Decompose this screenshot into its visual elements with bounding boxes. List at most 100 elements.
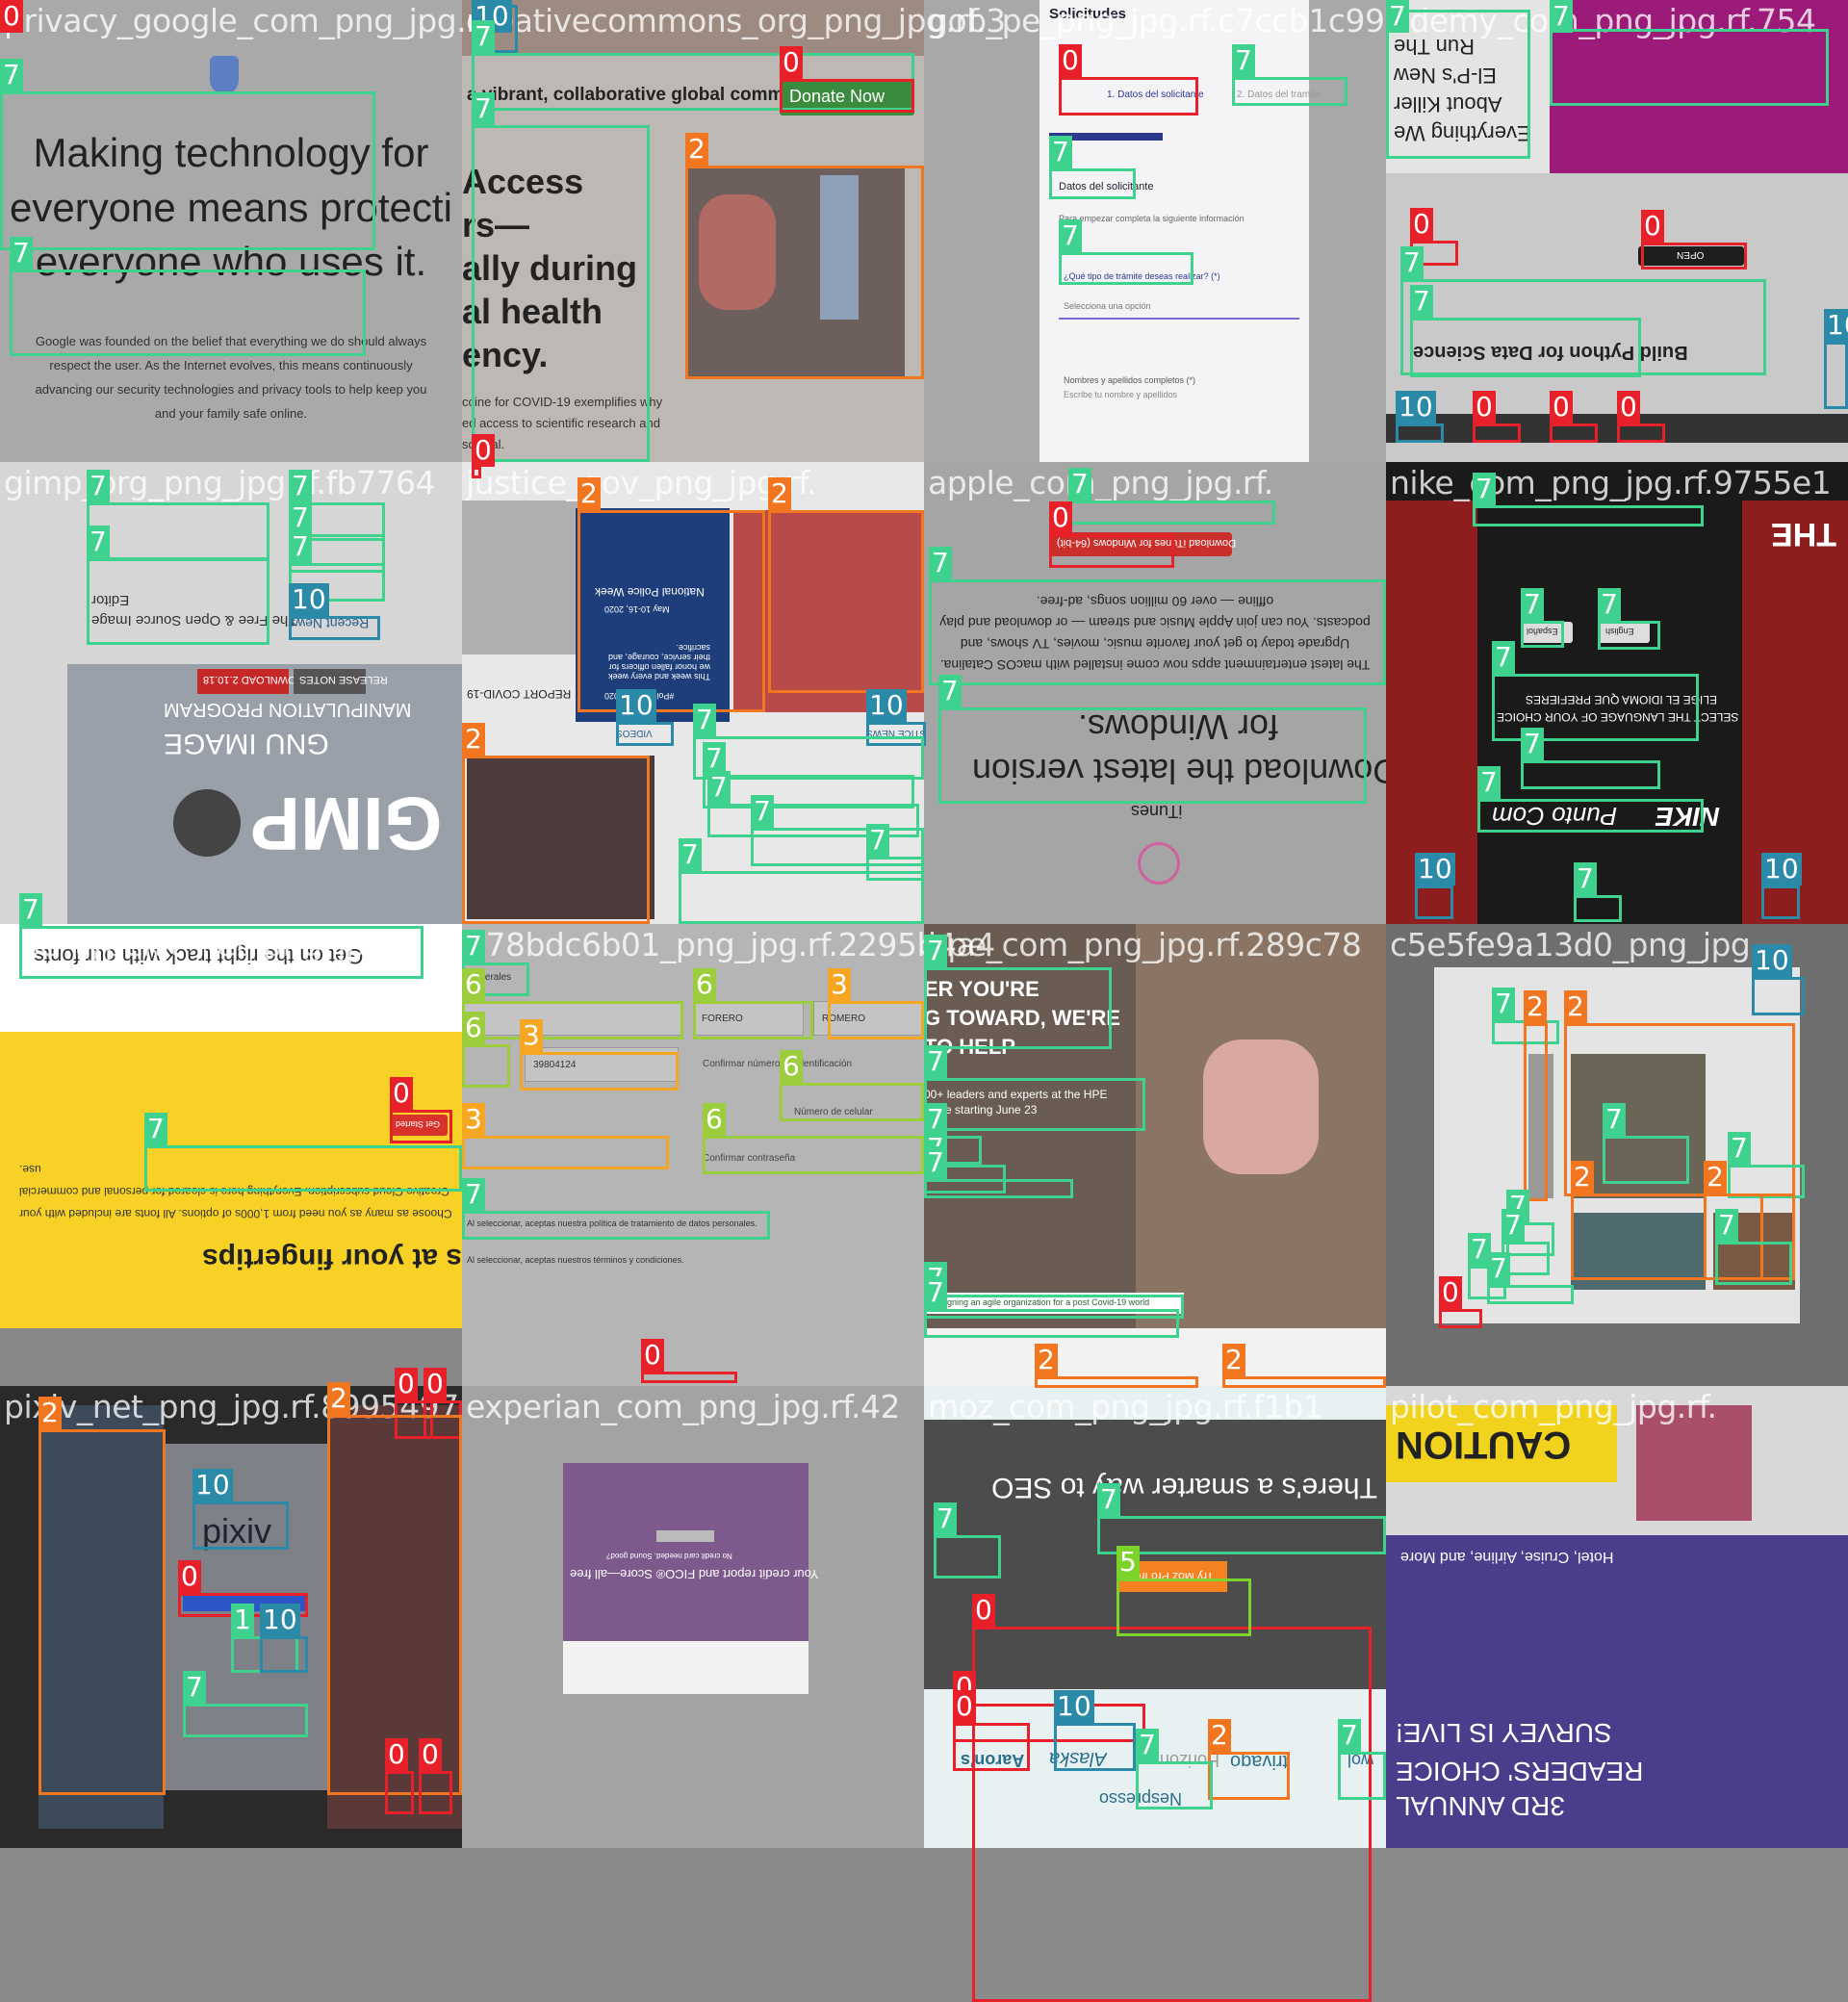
itunes-description: The latest entertainment apps now come i… (939, 594, 1371, 673)
tile-filename: apple_com_png_jpg.rf. (928, 464, 1273, 501)
client-logo-trivago: trivago (1230, 1751, 1289, 1772)
punto-com-logo: Punto Com (1492, 802, 1618, 831)
terms-checkbox[interactable]: Al seleccionar, aceptas nuestros término… (467, 1255, 684, 1265)
tile-apple: Download iTunes for Windows (64-bit) The… (924, 462, 1386, 924)
right-artwork (327, 1405, 462, 1829)
hero-body-1: 00+ leaders and experts at the HPE (924, 1088, 1108, 1101)
elige-idioma: ELIGE EL IDIOMA QUE PREFIERES (1526, 693, 1717, 706)
tile-registration-form: Generales FORERO ROMERO 39804124 Confirm… (462, 924, 924, 1386)
covid-link[interactable]: REPORT COVID-19 (467, 687, 571, 701)
tile-filename: gob_pe_png_jpg.rf.c7ccb1c99 (928, 2, 1385, 39)
wilber-mascot-icon (173, 789, 241, 857)
privacy-policy-checkbox[interactable]: Al seleccionar, aceptas nuestra política… (467, 1219, 757, 1228)
hero-text: THE (1771, 516, 1836, 552)
name-field[interactable]: Escribe tu nombre y apellidos (1064, 390, 1177, 399)
step-1[interactable]: 1. Datos del solicitante (1107, 90, 1204, 100)
justice-news-link[interactable]: JUSTICE NEWS (866, 728, 924, 738)
article-line-1: Everything We (1394, 121, 1531, 145)
tile-experian: Your credit report and FICO® Score—all f… (462, 1386, 924, 1848)
get-started-button[interactable]: Get Started (390, 1115, 448, 1136)
confirm-id-field[interactable]: Confirmar número de identificación (703, 1059, 852, 1069)
videos-link[interactable]: VIDEOS (616, 728, 653, 738)
article-link[interactable]: Designing an agile organization for a po… (924, 1293, 1184, 1314)
forest-photo (1571, 1054, 1706, 1198)
download-label: DOWNLOAD 2.10.18 (203, 674, 304, 685)
product-title-1: GNU IMAGE (164, 728, 329, 759)
section-generales: Generales (467, 972, 512, 983)
tile-filename: pixiv_net_png_jpg.rf.8995497 (4, 1388, 459, 1425)
try-moz-button[interactable]: Try Moz Pro free (1116, 1561, 1227, 1592)
article-line-3: El-P's New (1394, 64, 1497, 88)
survey-title: READERS' CHOICE (1396, 1757, 1644, 1786)
product-title-2: MANIPULATION PROGRAM (164, 699, 412, 720)
tile-filename: moz_com_png_jpg.rf.f1b1 (928, 1388, 1323, 1425)
tile-filename: udemy_com_png_jpg.rf.754 (1390, 2, 1816, 39)
hero-body-2: ience starting June 23 (924, 1103, 1038, 1116)
recent-news[interactable]: Recent News (289, 616, 369, 631)
id-number-field[interactable]: 39804124 (525, 1047, 679, 1082)
section-title: Datos del solicitante (1059, 181, 1154, 192)
espanol-label: Español (1527, 627, 1558, 636)
client-logo-aarons: Aaron's (961, 1751, 1025, 1770)
select-language: SELECT THE LANGUAGE OF YOUR CHOICE (1497, 710, 1739, 724)
first-surname-field[interactable]: FORERO (693, 1001, 804, 1036)
hero-headline-1: ER YOU'RE (924, 977, 1040, 1001)
body-3: so vital. (462, 437, 505, 451)
first-surname-value: FORERO (702, 1014, 743, 1024)
download-itunes-button[interactable]: Download iTunes for Windows (64-bit) (1049, 532, 1236, 556)
open-button[interactable]: OPEN (1638, 246, 1744, 266)
itunes-icon (1138, 842, 1180, 885)
download-button[interactable]: DOWNLOAD 2.10.18 (197, 669, 304, 694)
tile-nike: THE Español English SELECT THE LANGUAGE … (1386, 462, 1848, 924)
police-week-hashtag: #PoliceWeek2020 (604, 691, 675, 701)
typekit-description: Choose as many as you need from 1,000s o… (19, 1163, 452, 1220)
tile-filename: experian_com_png_jpg.rf.42 (466, 1388, 900, 1425)
police-week-title: National Police Week (595, 585, 705, 599)
tile-filename: privacy_google_com_png_jpg.rf. (4, 2, 497, 39)
official-photo (467, 756, 654, 919)
headline-5: ency. (462, 335, 549, 374)
pixiv-logo: pixiv (202, 1511, 272, 1551)
police-week-date: May 10-16, 2020 (604, 604, 670, 614)
tile-pilot: CAUTION Hotel, Cruise, Airline, and More… (1386, 1386, 1848, 1848)
english-button[interactable]: English (1598, 622, 1650, 643)
signup-button[interactable] (656, 1530, 714, 1542)
hero-headline-2: G TOWARD, WE'RE (924, 1006, 1121, 1030)
release-notes-button[interactable]: RELEASE NOTES (294, 669, 388, 694)
download-headline-1: Download the latest version (972, 752, 1386, 791)
hero-headline: Your credit report and FICO® Score—all f… (570, 1567, 819, 1581)
client-logo-alaska: Alaska (1049, 1748, 1108, 1769)
open-label: OPEN (1677, 249, 1705, 260)
tile-filename: creativecommons_org_png_jpg.rf.3 (466, 2, 1006, 39)
tile-filename: use_typekit_net_png_jpg.rf. (4, 926, 425, 963)
name-label: Nombres y apellidos completos (*) (1064, 375, 1196, 385)
id-number-value: 39804124 (533, 1060, 577, 1070)
phone-field[interactable]: Número de celular (794, 1107, 873, 1117)
tile-udemy: Everything We About Killer El-P's New Ru… (1386, 0, 1848, 462)
tramite-label: ¿Qué tipo de trámite deseas realizar? (*… (1064, 271, 1220, 281)
second-surname-value: ROMERO (822, 1014, 865, 1024)
tile-filename: b78bdc6b01_png_jpg.rf.2295b4a4 (466, 926, 995, 963)
second-surname-field[interactable]: ROMERO (813, 1001, 924, 1036)
course-title: Build Python for Data Science (1413, 342, 1688, 363)
body-paragraph: Google was founded on the belief that ev… (35, 334, 427, 421)
tile-filename: nike_com_png_jpg.rf.9755e1 (1390, 464, 1832, 501)
name-field[interactable] (462, 1001, 683, 1036)
tile-pixiv: pixiv (0, 1386, 462, 1848)
step-2[interactable]: 2. Datos del tramite (1237, 90, 1321, 100)
tile-filename: hpe_com_png_jpg.rf.289c78 (928, 926, 1362, 963)
get-started-label: Get Started (396, 1119, 441, 1129)
espanol-button[interactable]: Español (1521, 622, 1573, 643)
typekit-headline: y fonts at your fingertips (202, 1243, 462, 1274)
confirm-password-field[interactable]: Confirmar contraseña (703, 1153, 795, 1164)
hero-headline: There's a smarter way to SEO (991, 1472, 1377, 1503)
login-panel (164, 1444, 327, 1790)
donate-button[interactable]: Donate Now (780, 79, 914, 116)
tile-filename: gimp_org_png_jpg.rf.fb7764 (4, 464, 436, 501)
login-button[interactable] (183, 1594, 308, 1611)
survey-annual: 3RD ANNUAL (1396, 1791, 1565, 1821)
tagline-2: Editor (91, 592, 130, 608)
hero-headline-3: TO HELP (924, 1035, 1015, 1059)
lab-photo (685, 166, 905, 377)
tramite-select[interactable]: Selecciona una opción (1064, 301, 1151, 311)
